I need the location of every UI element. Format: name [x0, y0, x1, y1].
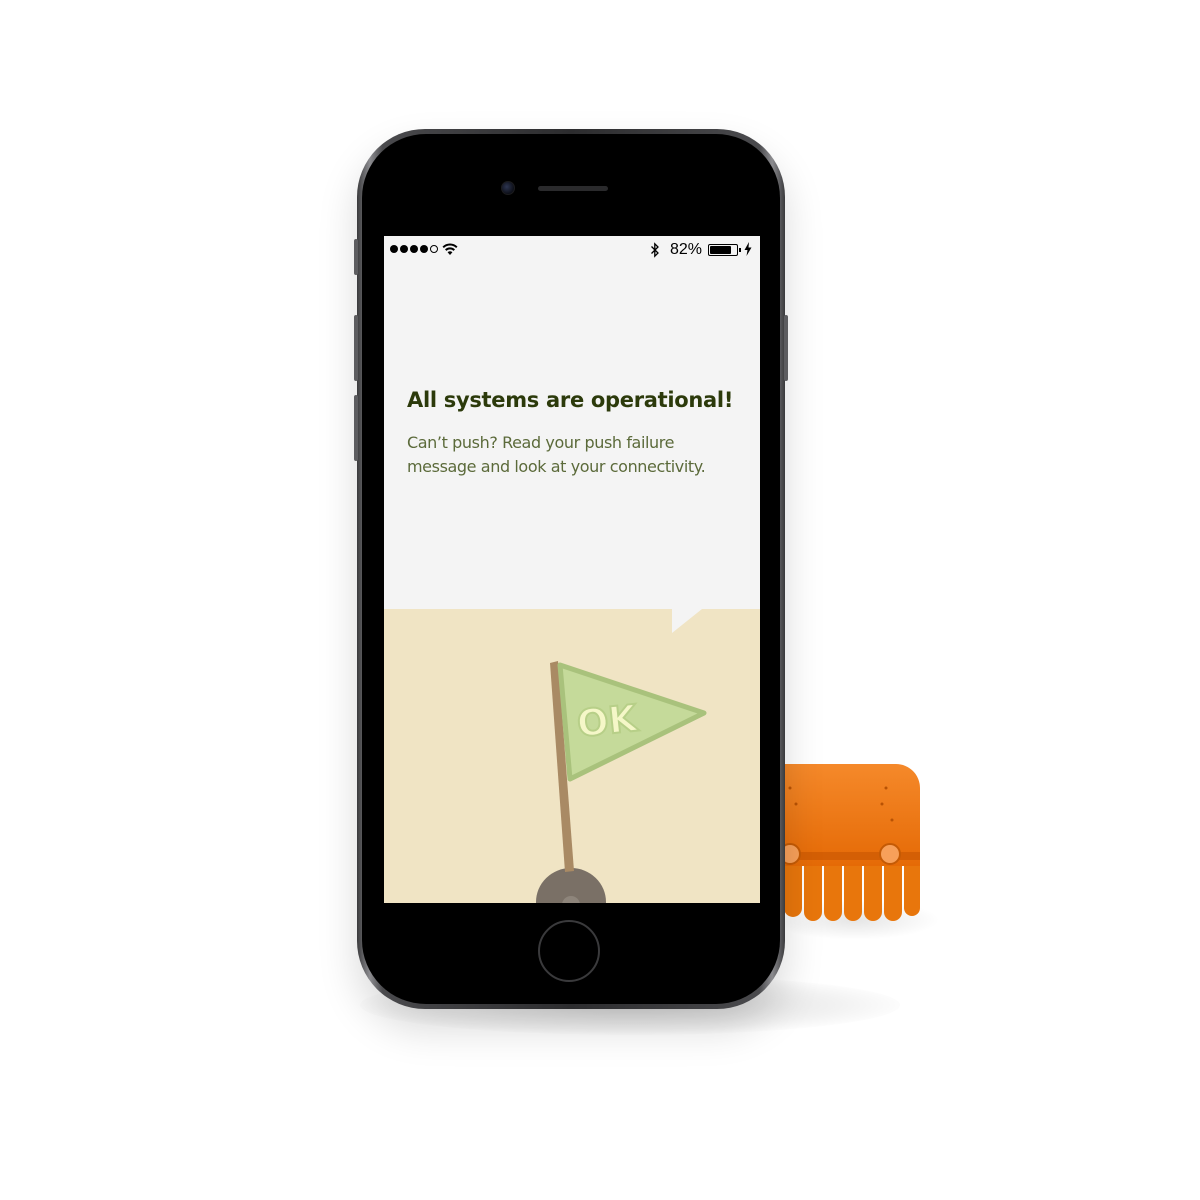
status-headline: All systems are operational! — [407, 388, 734, 412]
status-illustration: OK — [384, 609, 760, 903]
wifi-icon — [442, 243, 458, 255]
octopus-mascot — [779, 764, 920, 921]
scene: 82% All systems are operational! Can’t p… — [0, 0, 1200, 1200]
signal-dots-icon — [390, 245, 438, 253]
flag-ok-label: OK — [575, 697, 641, 746]
battery-icon — [708, 244, 738, 256]
app-screen: 82% All systems are operational! Can’t p… — [384, 236, 760, 903]
battery-tip — [739, 248, 741, 252]
volume-down-button — [354, 395, 358, 461]
status-bar: 82% — [384, 236, 760, 264]
front-camera-icon — [501, 181, 515, 195]
earpiece-speaker — [538, 186, 608, 191]
status-description: Can’t push? Read your push failure messa… — [407, 433, 706, 476]
bluetooth-icon — [651, 242, 659, 258]
volume-up-button — [354, 315, 358, 381]
home-button[interactable] — [538, 920, 600, 982]
battery-level-fill — [710, 246, 732, 254]
power-button — [784, 315, 788, 381]
battery-percent: 82% — [670, 241, 703, 258]
mute-switch — [354, 239, 358, 275]
charging-bolt-icon — [744, 242, 752, 256]
